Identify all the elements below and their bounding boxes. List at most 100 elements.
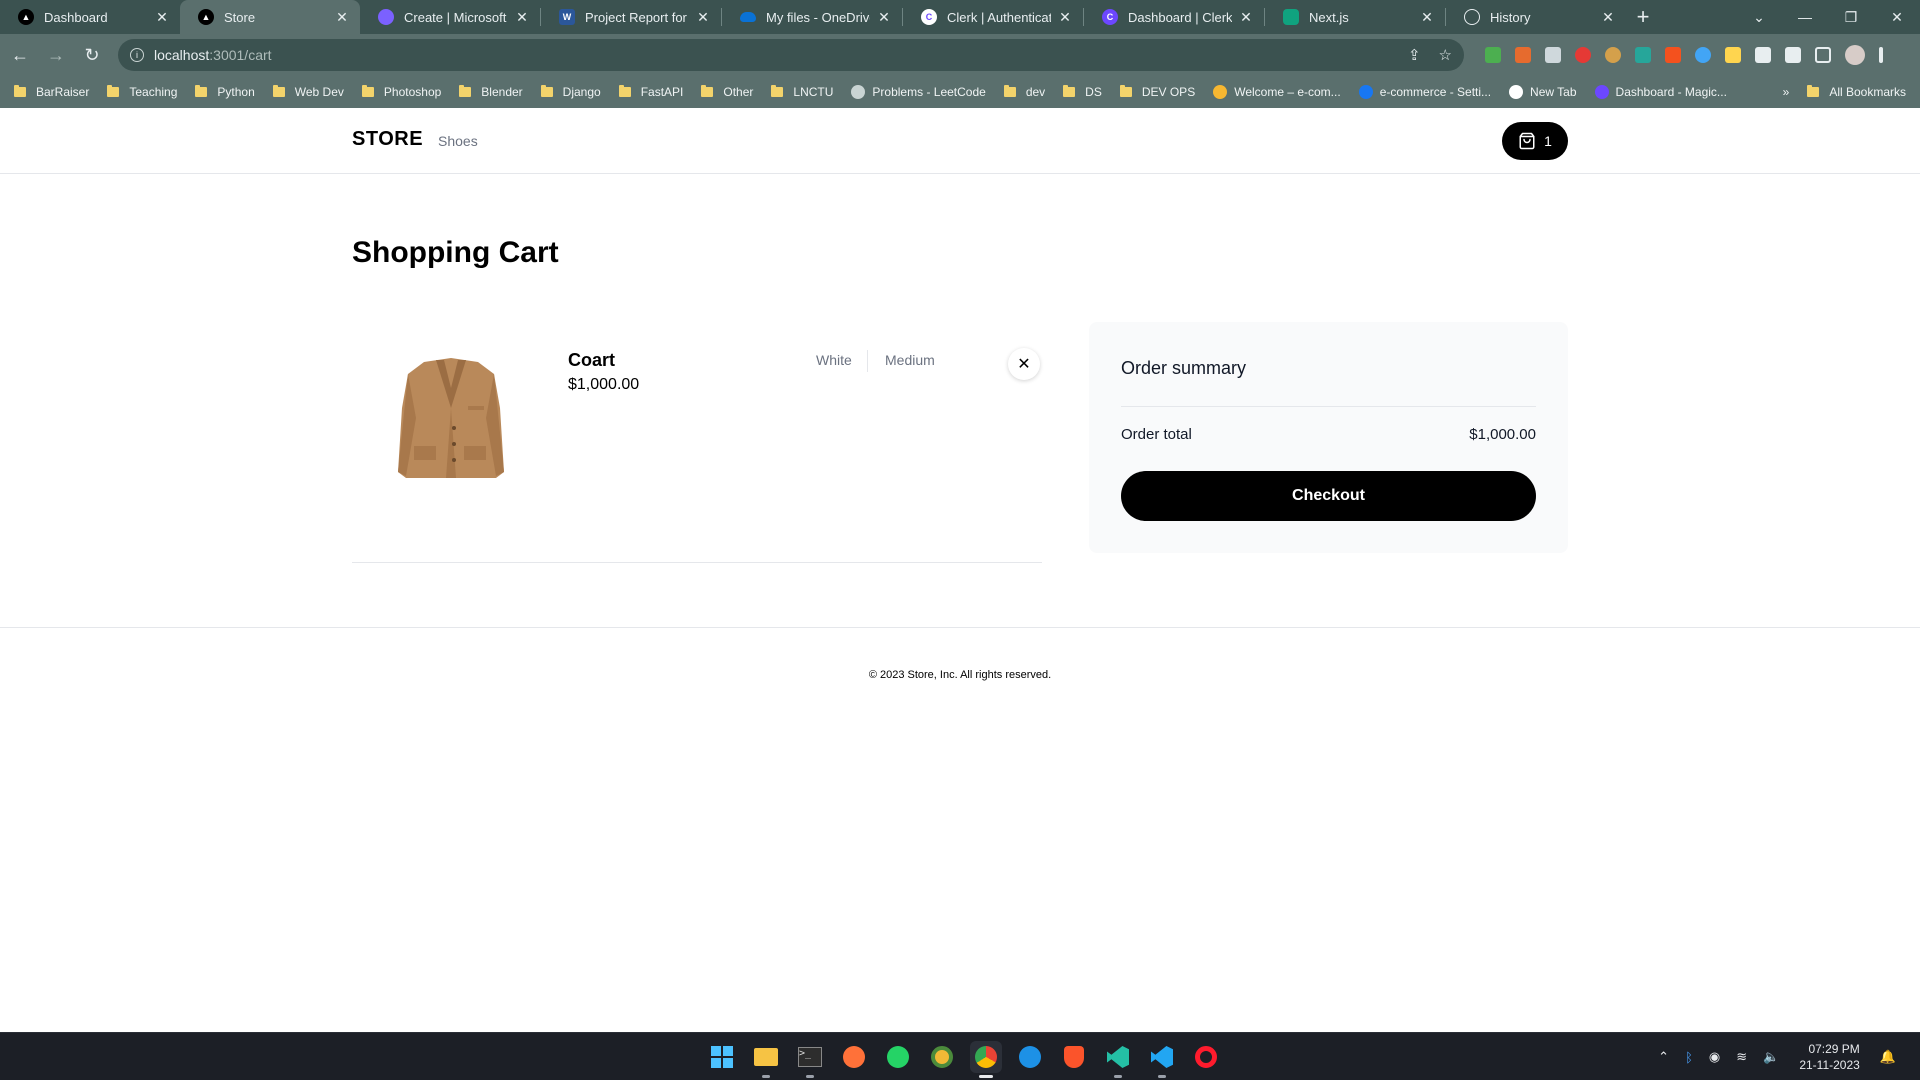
brave-icon[interactable] bbox=[1058, 1041, 1090, 1073]
reload-button[interactable]: ↻ bbox=[76, 39, 108, 71]
tab-nextjs[interactable]: Next.js ✕ bbox=[1265, 0, 1445, 34]
vercel-icon: ▲ bbox=[198, 9, 214, 25]
terminal-icon[interactable]: >_ bbox=[794, 1041, 826, 1078]
close-icon[interactable]: ✕ bbox=[1419, 9, 1435, 26]
forward-button[interactable]: → bbox=[40, 39, 72, 71]
bookmark-item[interactable]: Problems - LeetCode bbox=[851, 85, 986, 99]
back-button[interactable]: ← bbox=[4, 39, 36, 71]
tab-title: Next.js bbox=[1309, 9, 1349, 25]
docker-icon[interactable] bbox=[1014, 1041, 1046, 1073]
new-tab-button[interactable]: + bbox=[1626, 0, 1660, 34]
cart-button[interactable]: 1 bbox=[1502, 122, 1568, 160]
remove-item-button[interactable]: ✕ bbox=[1008, 348, 1040, 380]
bookmark-item[interactable]: DEV OPS bbox=[1119, 85, 1195, 99]
menu-icon[interactable] bbox=[1879, 47, 1883, 63]
tab-history[interactable]: History ✕ bbox=[1446, 0, 1626, 34]
store-logo[interactable]: STORE bbox=[352, 128, 423, 151]
bookmark-item[interactable]: Web Dev bbox=[272, 85, 344, 99]
bookmark-item[interactable]: Dashboard - Magic... bbox=[1594, 85, 1727, 99]
url-path: :3001/cart bbox=[209, 47, 272, 63]
extension-icon[interactable] bbox=[1605, 47, 1621, 63]
clerk-icon: C bbox=[921, 9, 937, 25]
tab-microsoft-365[interactable]: Create | Microsoft 365 ✕ bbox=[360, 0, 540, 34]
chevron-double-right-icon[interactable]: » bbox=[1783, 85, 1790, 99]
bookmark-item[interactable]: Blender bbox=[459, 85, 523, 99]
tab-project-report[interactable]: W Project Report for LNC ✕ bbox=[541, 0, 721, 34]
puzzle-icon[interactable] bbox=[1755, 47, 1771, 63]
all-bookmarks[interactable]: All Bookmarks bbox=[1807, 85, 1906, 99]
close-icon[interactable]: ✕ bbox=[1238, 9, 1254, 26]
bluetooth-icon[interactable]: ᛒ bbox=[1685, 1050, 1693, 1065]
nav-link-shoes[interactable]: Shoes bbox=[438, 133, 478, 149]
folder-icon bbox=[14, 85, 26, 97]
bookmark-label: Blender bbox=[481, 85, 523, 99]
bookmark-item[interactable]: Django bbox=[540, 85, 601, 99]
wifi-icon[interactable]: ≋ bbox=[1736, 1049, 1747, 1065]
close-icon[interactable]: ✕ bbox=[1600, 9, 1616, 26]
extension-icon[interactable] bbox=[1635, 47, 1651, 63]
file-explorer-icon[interactable] bbox=[750, 1041, 782, 1078]
vscode-insiders-icon[interactable] bbox=[1102, 1041, 1134, 1078]
close-window-button[interactable]: ✕ bbox=[1874, 0, 1920, 34]
extension-icon[interactable] bbox=[1485, 47, 1501, 63]
close-icon[interactable]: ✕ bbox=[154, 9, 170, 26]
share-icon[interactable]: ⇪ bbox=[1408, 46, 1421, 64]
chevron-up-icon[interactable]: ⌃ bbox=[1658, 1049, 1669, 1065]
tab-onedrive[interactable]: My files - OneDrive ✕ bbox=[722, 0, 902, 34]
bookmark-item[interactable]: BarRaiser bbox=[14, 85, 89, 99]
volume-icon[interactable]: 🔈 bbox=[1763, 1049, 1779, 1065]
site-info-icon[interactable]: i bbox=[130, 48, 144, 62]
bookmark-item[interactable]: Python bbox=[195, 85, 255, 99]
bookmark-item[interactable]: New Tab bbox=[1509, 85, 1577, 99]
minimize-button[interactable]: — bbox=[1782, 0, 1828, 34]
extension-icon[interactable] bbox=[1515, 47, 1531, 63]
chrome-tray-icon[interactable]: ◉ bbox=[1709, 1049, 1720, 1065]
whatsapp-icon[interactable] bbox=[882, 1041, 914, 1073]
vercel-icon: ▲ bbox=[18, 9, 34, 25]
bookmark-item[interactable]: Photoshop bbox=[361, 85, 441, 99]
bookmark-item[interactable]: LNCTU bbox=[771, 85, 833, 99]
tab-clerk-auth[interactable]: C Clerk | Authentication ✕ bbox=[903, 0, 1083, 34]
extension-icon[interactable] bbox=[1695, 47, 1711, 63]
chrome-icon[interactable] bbox=[970, 1041, 1002, 1078]
bookmarks-overflow: » All Bookmarks bbox=[1783, 85, 1906, 99]
bookmark-item[interactable]: Teaching bbox=[107, 85, 177, 99]
tab-dashboard[interactable]: ▲ Dashboard ✕ bbox=[0, 0, 180, 34]
bookmark-item[interactable]: Other bbox=[701, 85, 753, 99]
bookmark-item[interactable]: Welcome – e-com... bbox=[1213, 85, 1341, 99]
avatar[interactable] bbox=[1845, 45, 1865, 65]
tab-title: Dashboard bbox=[44, 9, 108, 25]
tab-search-icon[interactable]: ⌄ bbox=[1736, 0, 1782, 34]
close-icon[interactable]: ✕ bbox=[334, 9, 350, 26]
notification-bell-icon[interactable]: 🔔 bbox=[1880, 1049, 1896, 1065]
clock[interactable]: 07:29 PM 21-11-2023 bbox=[1799, 1041, 1860, 1073]
reading-list-icon[interactable] bbox=[1785, 47, 1801, 63]
start-icon[interactable] bbox=[706, 1041, 738, 1073]
bookmark-item[interactable]: DS bbox=[1063, 85, 1102, 99]
close-icon[interactable]: ✕ bbox=[514, 9, 530, 26]
tab-store[interactable]: ▲ Store ✕ bbox=[180, 0, 360, 34]
bookmark-star-icon[interactable]: ☆ bbox=[1439, 46, 1452, 64]
bookmark-item[interactable]: e-commerce - Setti... bbox=[1358, 85, 1491, 99]
close-icon[interactable]: ✕ bbox=[876, 9, 892, 26]
checkout-button[interactable]: Checkout bbox=[1121, 471, 1536, 521]
bookmark-item[interactable]: FastAPI bbox=[618, 85, 683, 99]
restore-button[interactable]: ❐ bbox=[1828, 0, 1874, 34]
side-panel-icon[interactable] bbox=[1815, 47, 1831, 63]
close-icon[interactable]: ✕ bbox=[695, 9, 711, 26]
word-icon: W bbox=[559, 9, 575, 25]
chrome-canary-icon[interactable] bbox=[926, 1041, 958, 1073]
close-icon[interactable]: ✕ bbox=[1057, 9, 1073, 26]
opera-icon[interactable] bbox=[1190, 1041, 1222, 1073]
vscode-icon[interactable] bbox=[1146, 1041, 1178, 1078]
extension-icon[interactable] bbox=[1665, 47, 1681, 63]
extension-icon[interactable] bbox=[1545, 47, 1561, 63]
extension-icon[interactable] bbox=[1575, 47, 1591, 63]
bookmark-item[interactable]: dev bbox=[1003, 85, 1045, 99]
tab-clerk-dashboard[interactable]: C Dashboard | Clerk.com ✕ bbox=[1084, 0, 1264, 34]
address-bar[interactable]: i localhost:3001/cart ⇪ ☆ bbox=[118, 39, 1464, 71]
item-name[interactable]: Coart bbox=[568, 350, 615, 371]
bookmark-label: DS bbox=[1085, 85, 1102, 99]
extension-icon[interactable] bbox=[1725, 47, 1741, 63]
firefox-icon[interactable] bbox=[838, 1041, 870, 1073]
